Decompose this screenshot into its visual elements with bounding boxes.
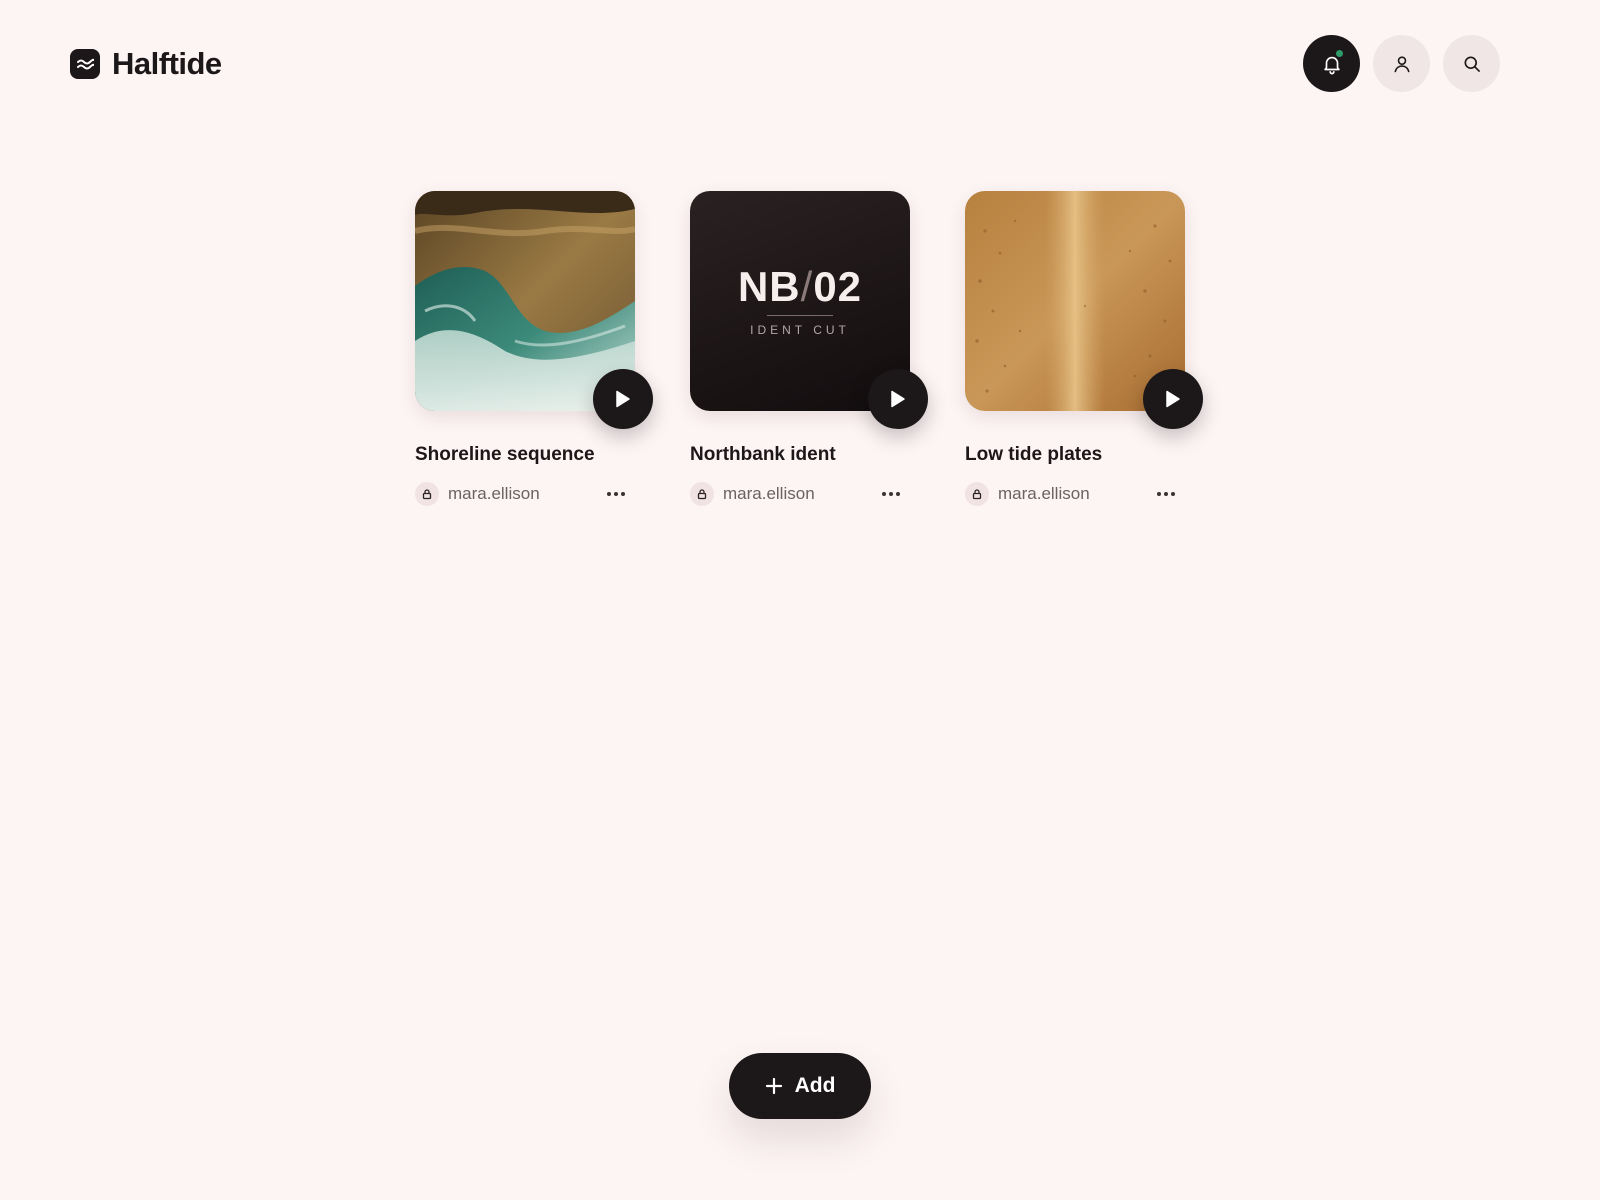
owner-name: mara.ellison [998,484,1090,503]
card-meta: mara.ellison [415,482,635,506]
card-title[interactable]: Northbank ident [690,444,910,466]
card-meta: mara.ellison [965,482,1185,506]
brand[interactable]: Halftide [70,46,222,82]
waves-icon [70,49,100,79]
owner: mara.ellison [965,482,1090,506]
owner: mara.ellison [415,482,540,506]
header-actions [1303,35,1500,92]
search-icon [1464,56,1480,72]
play-button[interactable] [593,369,653,429]
card-meta: mara.ellison [690,482,910,506]
thumbnail-title: NB/02 [737,263,863,310]
lock-icon [690,482,714,506]
card-title[interactable]: Low tide plates [965,444,1185,466]
play-button[interactable] [1143,369,1203,429]
search-button[interactable] [1443,35,1500,92]
more-options-icon[interactable] [1153,488,1179,500]
page: Halftide Shoreline sequence mara.ellison… [0,0,1600,1200]
more-options-icon[interactable] [878,488,904,500]
add-button[interactable]: Add [729,1053,871,1119]
thumbnail-wrap [965,191,1203,429]
app-name: Halftide [112,46,222,81]
thumbnail-wrap [415,191,653,429]
more-options-icon[interactable] [603,488,629,500]
media-grid: Shoreline sequence mara.ellison NB/02 ID… [415,191,1203,506]
owner-name: mara.ellison [723,484,815,503]
unread-indicator [1336,50,1343,57]
thumbnail-subtitle: IDENT CUT [750,323,850,337]
thumbnail-wrap: NB/02 IDENT CUT [690,191,928,429]
add-button-label: Add [794,1074,836,1097]
play-icon [1166,390,1180,408]
play-button[interactable] [868,369,928,429]
profile-button[interactable] [1373,35,1430,92]
user-icon [1394,55,1409,72]
media-card[interactable]: Low tide plates mara.ellison [965,191,1203,506]
play-icon [616,390,630,408]
card-title[interactable]: Shoreline sequence [415,444,635,466]
notifications-button[interactable] [1303,35,1360,92]
lock-icon [965,482,989,506]
plus-icon [765,1077,782,1095]
divider [767,315,833,316]
media-card[interactable]: NB/02 IDENT CUT Northbank ident mara.ell… [690,191,928,506]
play-icon [891,390,905,408]
media-card[interactable]: Shoreline sequence mara.ellison [415,191,653,506]
owner: mara.ellison [690,482,815,506]
lock-icon [415,482,439,506]
owner-name: mara.ellison [448,484,540,503]
